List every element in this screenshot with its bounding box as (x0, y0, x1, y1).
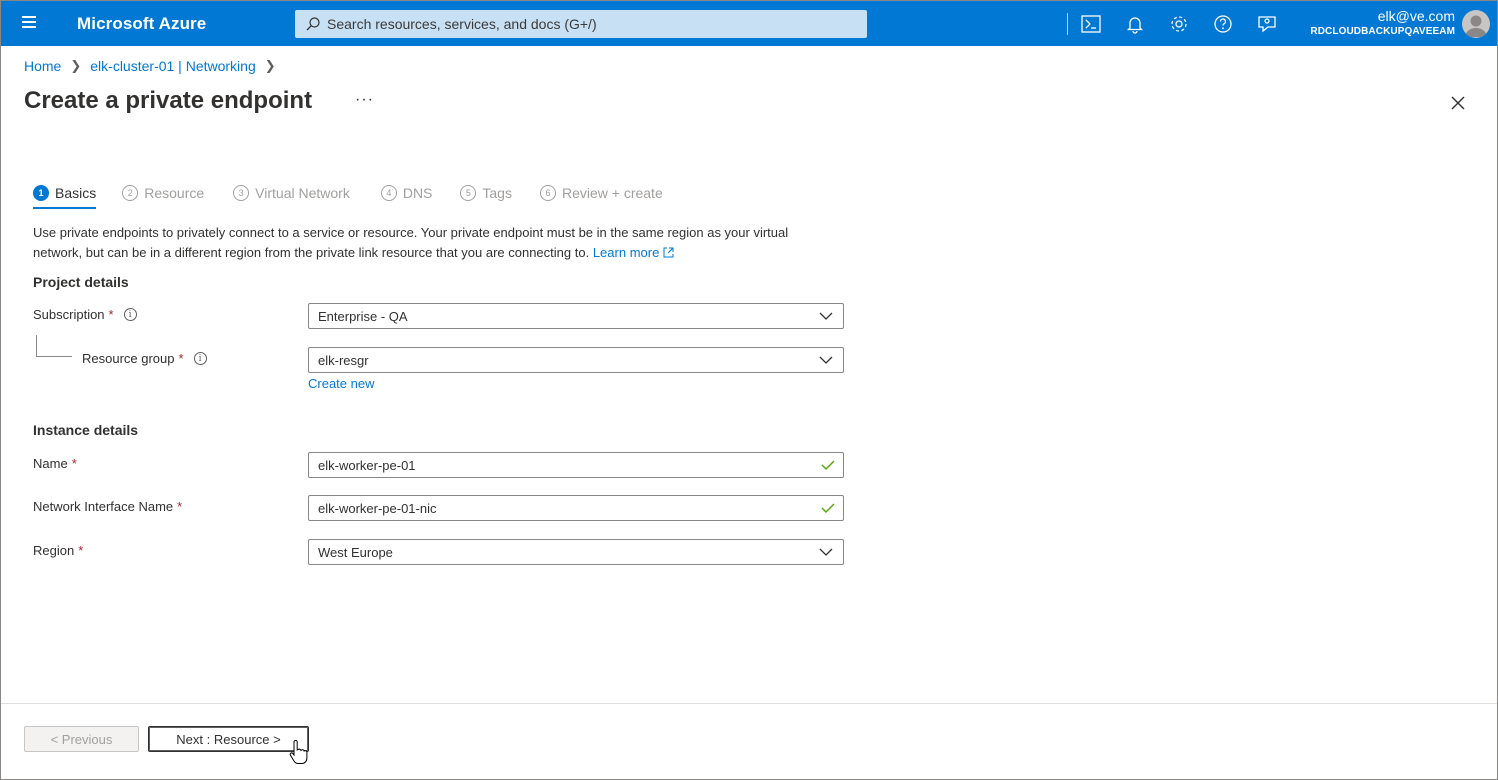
breadcrumb: Home ❯ elk-cluster-01 | Networking ❯ (24, 58, 285, 74)
user-avatar-icon (1465, 15, 1487, 37)
chevron-down-icon (819, 356, 833, 364)
avatar[interactable] (1462, 10, 1490, 38)
help-icon[interactable] (1212, 13, 1234, 35)
region-value: West Europe (318, 544, 393, 560)
resource-group-dropdown[interactable]: elk-resgr (308, 347, 844, 373)
required-marker: * (177, 499, 183, 514)
required-marker: * (71, 456, 77, 471)
tab-tags[interactable]: 5 Tags (460, 179, 512, 207)
tab-review-create[interactable]: 6 Review + create (539, 179, 663, 207)
info-icon[interactable]: i (123, 308, 137, 321)
tab-label: Tags (482, 185, 512, 201)
learn-more-link[interactable]: Learn more (593, 245, 674, 260)
instance-details-heading: Instance details (33, 422, 139, 438)
chevron-down-icon (819, 312, 833, 320)
close-icon[interactable] (1449, 94, 1467, 112)
subscription-label-text: Subscription (33, 307, 105, 322)
previous-button[interactable]: < Previous (24, 726, 139, 752)
description: Use private endpoints to privately conne… (33, 223, 833, 262)
account-info[interactable]: elk@ve.com RDCLOUDBACKUPQAVEEAM (1310, 8, 1455, 39)
step-number: 1 (33, 185, 49, 201)
required-marker: * (178, 351, 184, 366)
checkmark-icon (821, 460, 835, 470)
step-number: 6 (539, 185, 556, 201)
nic-name-input[interactable]: elk-worker-pe-01-nic (308, 495, 844, 521)
account-email: elk@ve.com (1377, 8, 1455, 24)
subscription-label: Subscription * i (33, 307, 137, 322)
page-title: Create a private endpoint (24, 87, 313, 114)
resource-group-label-text: Resource group (82, 351, 175, 366)
tab-label: Virtual Network (255, 185, 350, 201)
name-input[interactable]: elk-worker-pe-01 (308, 452, 844, 478)
chevron-down-icon (819, 548, 833, 556)
next-resource-button[interactable]: Next : Resource > (148, 726, 309, 752)
brand-title[interactable]: Microsoft Azure (77, 14, 206, 34)
create-new-link[interactable]: Create new (308, 376, 374, 391)
name-value: elk-worker-pe-01 (318, 457, 416, 473)
project-details-heading: Project details (33, 274, 129, 290)
required-marker: * (108, 307, 114, 322)
search-icon (306, 17, 320, 31)
subscription-value: Enterprise - QA (318, 308, 408, 324)
breadcrumb-resource[interactable]: elk-cluster-01 | Networking (90, 58, 255, 74)
step-number: 3 (233, 185, 250, 201)
hierarchy-connector (36, 335, 72, 357)
resource-group-value: elk-resgr (318, 352, 369, 368)
step-number: 2 (122, 185, 139, 201)
chevron-right-icon: ❯ (264, 58, 276, 73)
cloud-shell-icon[interactable] (1080, 13, 1102, 35)
resource-group-label: Resource group * i (82, 351, 207, 366)
step-number: 5 (460, 185, 477, 201)
gear-icon[interactable] (1168, 13, 1190, 35)
breadcrumb-home[interactable]: Home (24, 58, 61, 74)
tab-virtual-network[interactable]: 3 Virtual Network (233, 179, 350, 207)
region-label: Region * (33, 543, 83, 558)
tab-basics[interactable]: 1 Basics (33, 179, 97, 209)
search-input[interactable] (327, 13, 857, 35)
nic-name-label: Network Interface Name * (33, 499, 182, 514)
info-icon[interactable]: i (193, 352, 207, 365)
learn-more-label: Learn more (592, 244, 660, 260)
top-bar: Microsoft Azure Search resources, servic… (1, 1, 1497, 46)
name-label: Name * (33, 456, 77, 471)
hamburger-menu-icon[interactable] (17, 13, 41, 33)
tab-label: Resource (144, 185, 205, 201)
subscription-dropdown[interactable]: Enterprise - QA (308, 303, 844, 329)
step-number: 4 (380, 185, 397, 201)
footer-divider (1, 703, 1497, 704)
tab-label: DNS (402, 185, 433, 201)
nic-name-value: elk-worker-pe-01-nic (318, 500, 437, 516)
description-text: Use private endpoints to privately conne… (33, 225, 789, 260)
topbar-divider (1067, 13, 1068, 35)
name-label-text: Name (33, 456, 68, 471)
tab-dns[interactable]: 4 DNS (380, 179, 433, 207)
tab-label: Basics (55, 185, 97, 201)
checkmark-icon (821, 503, 835, 513)
external-link-icon (663, 247, 674, 257)
region-label-text: Region (33, 543, 75, 558)
account-tenant: RDCLOUDBACKUPQAVEEAM (1310, 26, 1455, 37)
nic-name-label-text: Network Interface Name (33, 499, 174, 514)
bell-icon[interactable] (1124, 13, 1146, 35)
tab-label: Review + create (561, 185, 663, 201)
search-box[interactable] (295, 10, 867, 38)
tab-resource[interactable]: 2 Resource (122, 179, 204, 207)
feedback-icon[interactable] (1256, 13, 1278, 35)
more-options-icon[interactable]: ··· (355, 91, 374, 109)
chevron-right-icon: ❯ (70, 58, 82, 73)
required-marker: * (78, 543, 84, 558)
wizard-tabs: 1 Basics 2 Resource 3 Virtual Network 4 … (33, 179, 663, 209)
region-dropdown[interactable]: West Europe (308, 539, 844, 565)
hand-cursor-icon (289, 740, 308, 764)
page-frame: Microsoft Azure Search resources, servic… (0, 0, 1498, 780)
